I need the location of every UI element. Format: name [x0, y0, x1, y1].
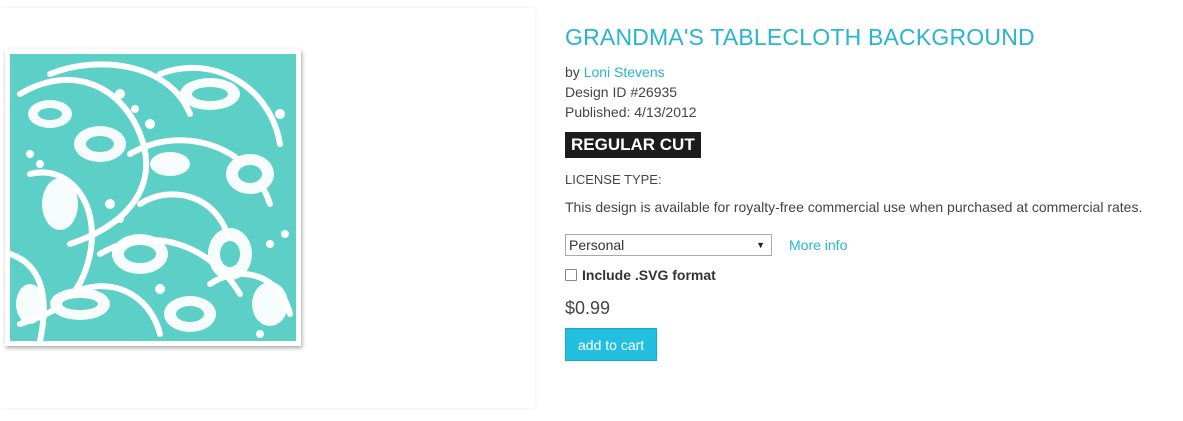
published-date: Published: 4/13/2012: [565, 104, 697, 120]
product-meta: by Loni Stevens Design ID #26935 Publish…: [565, 62, 1175, 122]
license-select-value: Personal: [569, 237, 625, 253]
design-id: Design ID #26935: [565, 84, 678, 100]
by-prefix: by: [565, 64, 580, 80]
author-link[interactable]: Loni Stevens: [584, 64, 665, 80]
add-to-cart-button[interactable]: add to cart: [565, 328, 658, 361]
author-line: by Loni Stevens: [565, 62, 1175, 82]
svg-format-checkbox[interactable]: [565, 269, 577, 281]
license-description: This design is available for royalty-fre…: [565, 199, 1143, 215]
more-info-link[interactable]: More info: [789, 237, 847, 253]
license-type-label: LICENSE TYPE:: [565, 172, 662, 187]
license-select[interactable]: Personal ▼: [565, 234, 772, 256]
product-details: GRANDMA'S TABLECLOTH BACKGROUND by Loni …: [565, 22, 1175, 361]
chevron-down-icon: ▼: [756, 240, 765, 250]
image-panel: [0, 8, 535, 408]
product-title: GRANDMA'S TABLECLOTH BACKGROUND: [565, 24, 1035, 50]
lace-pattern-image: [10, 54, 296, 341]
price: $0.99: [565, 298, 611, 318]
svg-format-label: Include .SVG format: [582, 267, 716, 283]
svg-option-row[interactable]: Include .SVG format: [565, 267, 1175, 283]
cut-type-badge: REGULAR CUT: [565, 132, 701, 158]
license-select-row: Personal ▼ More info: [565, 234, 1175, 256]
design-thumbnail[interactable]: [5, 49, 301, 346]
